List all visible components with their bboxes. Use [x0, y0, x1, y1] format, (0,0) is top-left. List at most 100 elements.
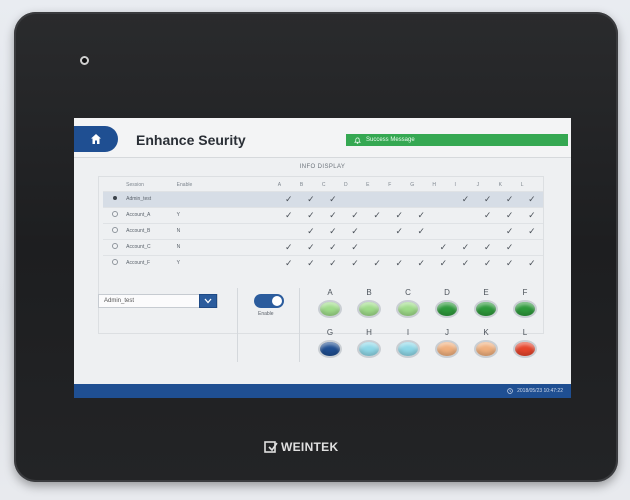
permission-cell: [277, 222, 300, 239]
table-header-row: Session Enable A B C D E F G H I J K L: [103, 179, 543, 191]
permission-cell: ✓: [498, 254, 521, 271]
permission-cell: ✓: [476, 206, 499, 223]
session-cell: Account_A: [126, 206, 177, 223]
status-datetime: 2018/05/23 10:47:22: [517, 388, 563, 394]
checkmark-icon: ✓: [483, 257, 492, 268]
lamp-label: L: [522, 328, 528, 337]
permission-cell: ✓: [410, 206, 433, 223]
checkmark-icon: ✓: [461, 193, 470, 204]
permission-cell: [432, 222, 455, 239]
checkmark-icon: ✓: [439, 241, 448, 252]
row-radio-cell[interactable]: [103, 206, 127, 223]
home-button[interactable]: [74, 126, 118, 152]
table-row[interactable]: Account_F Y ✓ ✓ ✓ ✓ ✓ ✓ ✓ ✓ ✓ ✓ ✓ ✓: [103, 254, 543, 271]
enable-cell: Y: [176, 206, 278, 223]
toggle-label: Enable: [258, 311, 274, 317]
bell-icon: [354, 137, 361, 144]
checkmark-icon: ✓: [505, 257, 514, 268]
row-radio-button[interactable]: [112, 196, 117, 200]
row-radio-cell[interactable]: [103, 190, 127, 207]
account-dropdown[interactable]: Admin_test: [98, 294, 218, 308]
column-header: J: [476, 181, 480, 188]
account-dropdown-value: Admin_test: [104, 298, 135, 304]
permission-cell: ✓: [388, 206, 411, 223]
permission-cell: ✓: [344, 238, 367, 255]
checkmark-icon: ✓: [528, 225, 536, 236]
permission-cell: ✓: [277, 206, 300, 223]
checkmark-icon: ✓: [284, 257, 293, 268]
column-header: I: [454, 181, 456, 188]
chevron-down-icon: [204, 298, 212, 304]
column-header: D: [344, 181, 348, 188]
camera-icon: [80, 56, 89, 65]
permission-cell: [344, 190, 367, 207]
enable-toggle[interactable]: [254, 294, 284, 308]
row-radio-button[interactable]: [111, 243, 118, 249]
table-row[interactable]: Account_A Y ✓ ✓ ✓ ✓ ✓ ✓ ✓ ✓ ✓ ✓: [103, 206, 543, 223]
indicator-lamp[interactable]: [435, 300, 459, 318]
row-radio-cell[interactable]: [103, 222, 127, 239]
checkmark-icon: ✓: [528, 209, 536, 220]
permission-cell: [388, 238, 411, 255]
indicator-lamp[interactable]: [435, 340, 459, 358]
row-radio-cell[interactable]: [103, 254, 127, 271]
indicator-lamp[interactable]: [396, 300, 420, 318]
column-header: Enable: [176, 181, 193, 188]
checkmark-icon: ✓: [483, 209, 492, 220]
checkmark-icon: ✓: [505, 241, 514, 252]
indicator-lamp[interactable]: [357, 300, 381, 318]
table-body: Admin_test ✓ ✓ ✓ ✓ ✓ ✓ ✓ Account_A Y ✓ ✓ ✓ ✓ ✓ ✓ ✓ ✓ ✓ ✓ Acc…: [103, 190, 543, 271]
home-icon: [91, 134, 101, 144]
indicator-lamp[interactable]: [513, 340, 537, 358]
permission-cell: ✓: [410, 222, 433, 239]
indicator-lamp[interactable]: [513, 300, 537, 318]
checkmark-icon: ✓: [351, 209, 359, 220]
permission-cell: ✓: [520, 206, 543, 223]
checkmark-icon: ✓: [483, 193, 492, 204]
checkmark-icon: ✓: [373, 257, 381, 268]
permission-cell: ✓: [476, 238, 499, 255]
row-radio-cell[interactable]: [103, 238, 127, 255]
session-cell: Account_F: [126, 254, 177, 271]
checkmark-icon: ✓: [329, 241, 337, 252]
indicator-lamp[interactable]: [396, 340, 420, 358]
checkmark-icon: ✓: [417, 209, 426, 220]
success-message-text: Success Message: [366, 137, 415, 143]
row-radio-button[interactable]: [111, 259, 118, 266]
lamp-label: G: [326, 328, 334, 337]
indicator-lamp[interactable]: [318, 340, 342, 358]
permission-cell: [366, 190, 389, 207]
indicator-lamp[interactable]: [474, 300, 498, 318]
checkmark-icon: ✓: [284, 241, 293, 252]
dropdown-arrow-button[interactable]: [199, 294, 217, 308]
permission-cell: [476, 222, 499, 239]
checkmark-icon: ✓: [395, 209, 403, 220]
column-header: G: [410, 181, 415, 188]
checkmark-icon: ✓: [307, 209, 315, 220]
permission-cell: ✓: [388, 222, 411, 239]
table-row[interactable]: Admin_test ✓ ✓ ✓ ✓ ✓ ✓ ✓: [103, 190, 543, 207]
hmi-screen: Enhance Seurity Success Message INFO DIS…: [74, 118, 571, 398]
table-row[interactable]: Account_B N ✓ ✓ ✓ ✓ ✓ ✓ ✓: [103, 222, 543, 239]
brand-logo-icon: [264, 440, 278, 453]
indicator-lamp[interactable]: [357, 340, 381, 358]
permission-cell: ✓: [498, 238, 521, 255]
row-radio-button[interactable]: [111, 211, 118, 217]
enable-cell: N: [176, 238, 278, 255]
permission-cell: ✓: [299, 206, 322, 223]
row-radio-button[interactable]: [111, 227, 118, 233]
indicator-lamp[interactable]: [318, 300, 342, 318]
indicator-lamp[interactable]: [474, 340, 498, 358]
page-title: Enhance Seurity: [136, 132, 246, 148]
checkmark-icon: ✓: [505, 225, 514, 236]
permission-cell: ✓: [299, 254, 322, 271]
permission-cell: ✓: [344, 206, 367, 223]
checkmark-icon: ✓: [395, 257, 403, 268]
checkmark-icon: ✓: [307, 193, 315, 204]
table-row[interactable]: Account_C N ✓ ✓ ✓ ✓ ✓ ✓ ✓ ✓: [103, 238, 543, 255]
permission-cell: [520, 238, 543, 255]
column-header: C: [321, 181, 326, 188]
checkmark-icon: ✓: [329, 193, 337, 204]
permission-cell: ✓: [410, 254, 433, 271]
permission-cell: ✓: [476, 190, 499, 207]
